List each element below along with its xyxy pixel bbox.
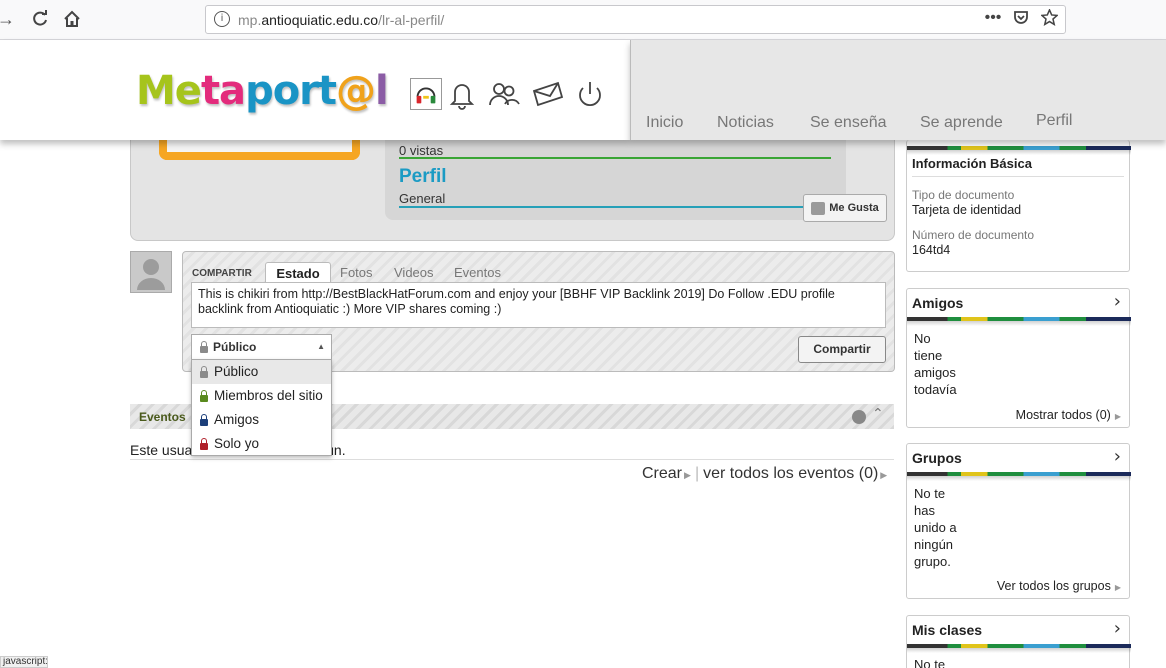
url-bar[interactable]: i mp.antioquiatic.edu.co/lr-al-perfil/ •… — [205, 5, 1066, 34]
share-label: COMPARTIR — [192, 268, 252, 279]
events-title: Eventos — [139, 410, 186, 424]
basic-info-title: Información Básica — [912, 156, 1032, 171]
chevron-right-icon[interactable]: › — [1114, 446, 1121, 467]
caret-up-icon: ▲ — [317, 342, 325, 351]
friends-card: Amigos › No tiene amigos todavía Mostrar… — [906, 288, 1131, 428]
notifications-bell-icon[interactable] — [445, 77, 479, 111]
menu-item-perfil[interactable]: Perfil — [1036, 112, 1072, 130]
lock-icon — [200, 390, 208, 402]
thumbs-up-icon — [811, 201, 826, 215]
groups-title: Grupos — [912, 450, 962, 466]
privacy-option-publico[interactable]: Público — [192, 360, 331, 384]
groups-empty-text: No te has unido a ningún grupo. — [914, 486, 957, 569]
bookmark-star-icon[interactable] — [1039, 8, 1059, 31]
tab-fotos[interactable]: Fotos — [340, 262, 373, 284]
doc-type-label: Tipo de documento — [912, 188, 1015, 202]
lock-icon — [200, 414, 208, 426]
site-info-icon[interactable]: i — [214, 11, 230, 27]
gear-icon[interactable] — [852, 410, 866, 424]
doc-number-label: Número de documento — [912, 228, 1035, 242]
friends-icon[interactable] — [487, 77, 521, 111]
tab-estado[interactable]: Estado — [265, 262, 331, 284]
collapse-icon[interactable]: ⌃ — [872, 406, 884, 422]
chevron-right-icon[interactable]: › — [1114, 618, 1121, 639]
privacy-menu: Público Miembros del sitio Amigos Solo y… — [191, 359, 332, 456]
metaportal-logo[interactable]: Metaport@l — [136, 68, 389, 114]
tab-eventos[interactable]: Eventos — [454, 262, 501, 284]
user-avatar[interactable] — [130, 251, 172, 293]
menu-item-se-aprende[interactable]: Se aprende — [920, 114, 1003, 132]
classes-title: Mis clases — [912, 622, 983, 638]
friends-title: Amigos — [912, 295, 964, 311]
views-count: 0 vistas — [399, 143, 444, 158]
headset-icon[interactable] — [410, 78, 442, 110]
privacy-option-miembros[interactable]: Miembros del sitio — [192, 384, 331, 408]
browser-toolbar: → i mp.antioquiatic.edu.co/lr-al-perfil/… — [0, 0, 1166, 40]
status-bar-url: javascript:void(0) — [0, 656, 48, 668]
menu-item-inicio[interactable]: Inicio — [646, 114, 683, 132]
profile-subsection: General — [399, 191, 446, 206]
pocket-icon[interactable] — [1011, 9, 1031, 31]
views-divider — [399, 157, 831, 159]
events-divider — [130, 459, 894, 460]
privacy-option-solo-yo[interactable]: Solo yo — [192, 432, 331, 456]
site-header: Metaport@l — [0, 40, 630, 140]
lock-icon — [200, 341, 208, 353]
privacy-option-amigos[interactable]: Amigos — [192, 408, 331, 432]
classes-empty-text: No te — [914, 657, 946, 668]
doc-type-value: Tarjeta de identidad — [912, 203, 1022, 217]
lock-icon — [200, 366, 208, 378]
create-event-link[interactable]: Crear — [642, 465, 682, 482]
arrow-right-icon: ▶ — [684, 470, 691, 480]
url-text[interactable]: mp.antioquiatic.edu.co/lr-al-perfil/ — [238, 12, 444, 28]
reload-icon[interactable] — [28, 8, 52, 30]
arrow-right-icon: ▶ — [880, 470, 888, 480]
like-button[interactable]: Me Gusta — [803, 194, 887, 222]
main-menu: Inicio Noticias Se enseña Se aprende Per… — [630, 40, 1166, 140]
lock-icon — [200, 438, 208, 450]
show-all-friends-link[interactable]: Mostrar todos (0) ▶ — [1016, 408, 1121, 422]
doc-number-value: 164td4 — [912, 243, 951, 257]
power-logout-icon[interactable] — [573, 77, 607, 111]
general-divider — [399, 206, 831, 208]
basic-info-card: Información Básica Tipo de documento Tar… — [906, 140, 1131, 272]
status-input[interactable]: This is chikiri from http://BestBlackHat… — [191, 282, 886, 328]
profile-info-panel: 0 vistas Perfil General — [385, 140, 846, 220]
forward-arrow-icon[interactable]: → — [0, 8, 18, 30]
view-all-events-link[interactable]: ver todos los eventos (0) — [703, 465, 878, 482]
events-links: Crear ▶ | ver todos los eventos (0) ▶ — [642, 465, 888, 482]
privacy-select[interactable]: Público ▲ — [191, 334, 332, 359]
menu-item-se-ensena[interactable]: Se enseña — [810, 114, 887, 132]
menu-item-noticias[interactable]: Noticias — [717, 114, 774, 132]
chevron-right-icon[interactable]: › — [1114, 291, 1121, 312]
tab-videos[interactable]: Videos — [394, 262, 434, 284]
home-icon[interactable] — [60, 8, 84, 30]
share-button[interactable]: Compartir — [798, 336, 886, 363]
friends-empty-text: No tiene amigos todavía — [914, 331, 957, 397]
view-all-groups-link[interactable]: Ver todos los grupos ▶ — [997, 579, 1121, 593]
profile-banner: 0 vistas Perfil General Me Gusta — [130, 136, 895, 241]
classes-card: Mis clases › No te — [906, 615, 1131, 668]
profile-section-title: Perfil — [399, 166, 447, 187]
page-actions-icon[interactable]: ••• — [983, 9, 1003, 31]
groups-card: Grupos › No te has unido a ningún grupo.… — [906, 443, 1131, 599]
messages-envelope-icon[interactable] — [531, 77, 565, 111]
